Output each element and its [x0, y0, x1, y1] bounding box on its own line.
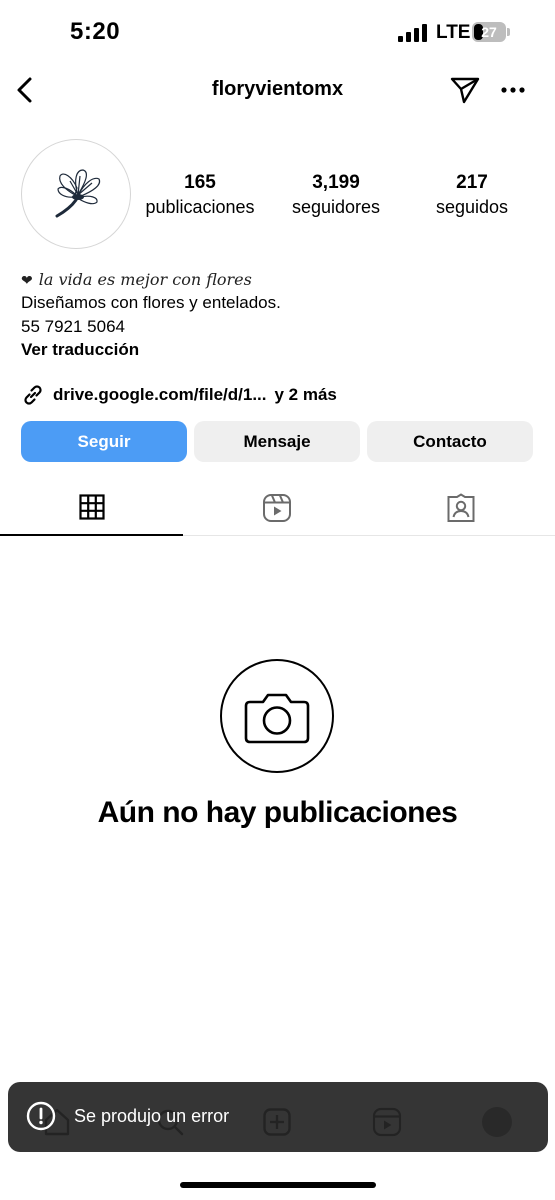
ellipsis-icon[interactable]	[500, 84, 526, 96]
status-time: 5:20	[70, 18, 121, 45]
battery-level: 27	[481, 24, 497, 40]
link-icon	[24, 385, 42, 405]
paper-plane-icon[interactable]	[450, 76, 480, 104]
heart-icon: ❤	[21, 273, 33, 289]
network-label: LTE	[436, 22, 471, 43]
profile-link[interactable]: drive.google.com/file/d/1... y 2 más	[21, 383, 337, 407]
stat-following-label: seguidos	[435, 197, 509, 217]
profile-link-url: drive.google.com/file/d/1...	[53, 385, 267, 404]
contact-button[interactable]: Contacto	[367, 421, 533, 462]
empty-state-title: Aún no hay publicaciones	[97, 796, 458, 829]
flower-logo-icon	[55, 169, 101, 218]
stat-posts-label: publicaciones	[145, 197, 255, 217]
tagged-icon[interactable]	[446, 493, 476, 523]
avatar[interactable]	[21, 139, 131, 249]
bio-motto: la vida es mejor con flores	[38, 270, 252, 289]
reels-icon[interactable]	[262, 493, 292, 523]
stat-followers-count: 3,199	[312, 172, 360, 193]
active-tab-indicator	[0, 534, 183, 536]
stat-following[interactable]: 217 seguidos	[402, 172, 542, 219]
message-button[interactable]: Mensaje	[194, 421, 360, 462]
stat-followers-label: seguidores	[291, 197, 381, 217]
stat-followers[interactable]: 3,199 seguidores	[266, 172, 406, 219]
stat-posts[interactable]: 165 publicaciones	[130, 172, 270, 219]
profile-link-more: y 2 más	[274, 385, 337, 404]
grid-icon[interactable]	[79, 494, 105, 520]
error-toast-message: Se produjo un error	[74, 1106, 230, 1126]
signal-icon	[398, 24, 427, 42]
home-indicator[interactable]	[180, 1182, 376, 1188]
bio-motto-row: ❤ la vida es mejor con flores	[21, 270, 252, 289]
bio-phone[interactable]: 55 7921 5064	[21, 317, 125, 337]
bio-description: Diseñamos con flores y entelados.	[21, 293, 281, 312]
stat-following-count: 217	[456, 172, 488, 193]
alert-circle-icon	[26, 1101, 56, 1131]
translate-link[interactable]: Ver traducción	[21, 340, 139, 360]
battery-icon: 27	[472, 22, 510, 42]
camera-icon	[244, 693, 310, 744]
empty-state-circle	[220, 659, 334, 773]
follow-button[interactable]: Seguir	[21, 421, 187, 462]
stat-posts-count: 165	[184, 172, 216, 193]
